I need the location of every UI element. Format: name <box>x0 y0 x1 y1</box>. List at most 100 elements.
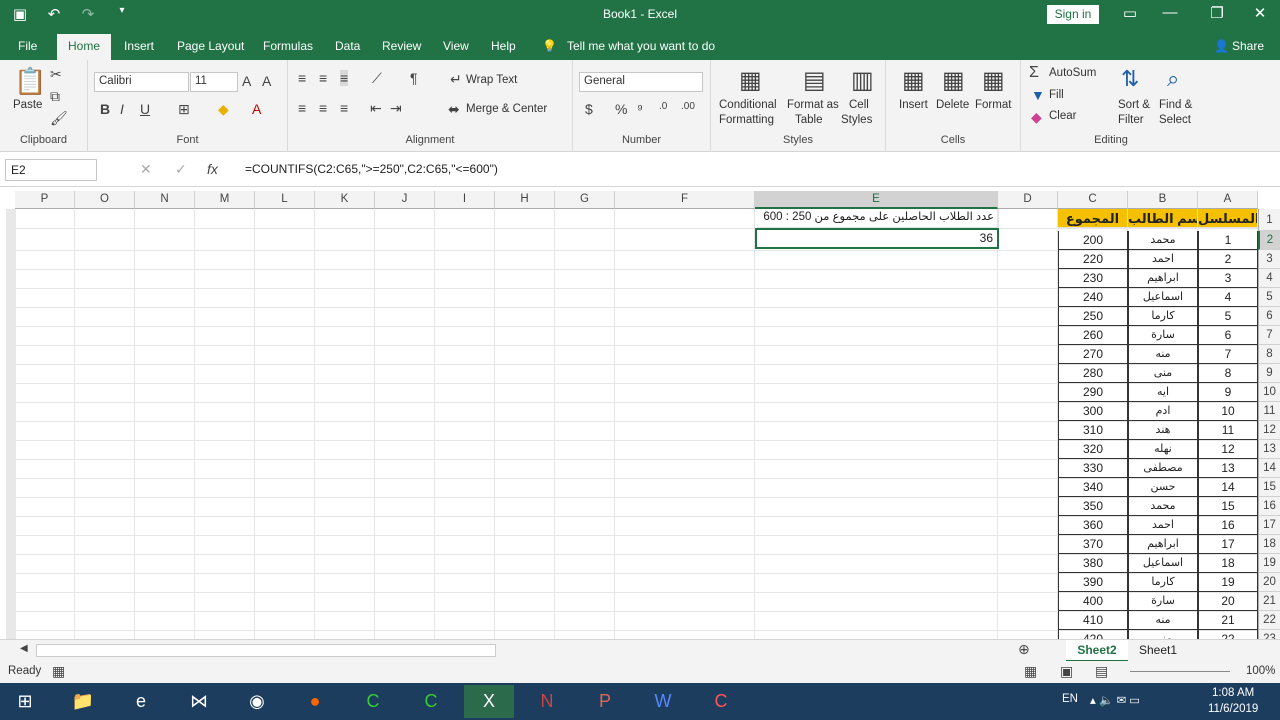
sort-filter-icon[interactable]: ⇅ <box>1121 66 1139 92</box>
format-cells-button[interactable]: Format <box>975 99 1011 111</box>
tell-me-search[interactable]: Tell me what you want to do <box>567 39 715 53</box>
cut-icon[interactable]: ✂ <box>50 66 62 83</box>
decrease-indent-icon[interactable]: ⇤ <box>370 100 382 117</box>
row-header-22[interactable]: 22 <box>1258 611 1280 630</box>
conditional-formatting-icon[interactable]: ▦ <box>739 66 762 95</box>
onenote-icon[interactable]: N <box>522 685 572 718</box>
cell-b-name[interactable]: احمد <box>1128 516 1198 535</box>
column-header-k[interactable]: K <box>315 191 375 209</box>
row-header-2[interactable]: 2 <box>1258 231 1280 250</box>
column-header-g[interactable]: G <box>555 191 615 209</box>
cell-a-serial[interactable]: 3 <box>1198 269 1258 288</box>
normal-view-icon[interactable]: ▦ <box>1024 663 1037 680</box>
bold-icon[interactable]: B <box>100 101 110 117</box>
cell-a-serial[interactable]: 11 <box>1198 421 1258 440</box>
cell-c-total[interactable]: 290 <box>1058 383 1128 402</box>
cell-c-total[interactable]: 310 <box>1058 421 1128 440</box>
minimize-icon[interactable]: — <box>1160 4 1180 21</box>
row-header-15[interactable]: 15 <box>1258 478 1280 497</box>
paste-icon[interactable]: 📋 <box>14 66 46 97</box>
row-header-21[interactable]: 21 <box>1258 592 1280 611</box>
find-select-icon[interactable]: ⌕ <box>1167 66 1179 92</box>
edge-icon[interactable]: e <box>116 685 166 718</box>
column-header-b[interactable]: B <box>1128 191 1198 209</box>
restore-icon[interactable]: ❐ <box>1207 4 1227 22</box>
row-header-3[interactable]: 3 <box>1258 250 1280 269</box>
cell-b-name[interactable]: منى <box>1128 364 1198 383</box>
format-as-table-button-2[interactable]: Table <box>795 114 823 126</box>
row-header-5[interactable]: 5 <box>1258 288 1280 307</box>
cell-a-serial[interactable]: 6 <box>1198 326 1258 345</box>
tab-view[interactable]: View <box>443 39 469 53</box>
cell-b-name[interactable]: سارة <box>1128 326 1198 345</box>
sign-in-button[interactable]: Sign in <box>1047 5 1099 24</box>
file-explorer-icon[interactable]: 📁 <box>58 685 108 718</box>
sort-filter-button-2[interactable]: Filter <box>1118 114 1144 126</box>
merge-center-icon[interactable]: ⬌ <box>448 101 460 118</box>
cell-b-name[interactable]: اسماعيل <box>1128 554 1198 573</box>
delete-cells-button[interactable]: Delete <box>936 99 969 111</box>
cell-a-serial[interactable]: 2 <box>1198 250 1258 269</box>
cell-c-total[interactable]: 410 <box>1058 611 1128 630</box>
row-header-9[interactable]: 9 <box>1258 364 1280 383</box>
align-right-icon[interactable]: ≡ <box>340 100 348 116</box>
tray-icons[interactable]: ▴ 🔈 ✉ ▭ <box>1090 693 1140 707</box>
fill-color-icon[interactable]: ◆ <box>218 101 229 118</box>
align-middle-icon[interactable]: ≡ <box>319 70 327 86</box>
paste-button[interactable]: Paste <box>13 99 42 111</box>
share-icon[interactable]: 👤 <box>1214 39 1229 53</box>
sheet-tab-sheet2[interactable]: Sheet2 <box>1066 640 1128 662</box>
cell-a-serial[interactable]: 12 <box>1198 440 1258 459</box>
cell-a-serial[interactable]: 9 <box>1198 383 1258 402</box>
fill-button[interactable]: Fill <box>1049 89 1064 101</box>
cell-c-total[interactable]: 240 <box>1058 288 1128 307</box>
close-icon[interactable]: ✕ <box>1250 4 1270 22</box>
row-header-13[interactable]: 13 <box>1258 440 1280 459</box>
cell-a-serial[interactable]: 19 <box>1198 573 1258 592</box>
cell-b-name[interactable]: كارما <box>1128 573 1198 592</box>
fill-icon[interactable]: ▼ <box>1031 87 1045 103</box>
italic-icon[interactable]: I <box>120 101 124 117</box>
cell-c-total[interactable]: 390 <box>1058 573 1128 592</box>
comma-icon[interactable]: ⁹ <box>637 101 643 117</box>
align-top-icon[interactable]: ≡ <box>298 70 306 86</box>
column-header-l[interactable]: L <box>255 191 315 209</box>
format-as-table-icon[interactable]: ▤ <box>803 66 826 95</box>
row-header-12[interactable]: 12 <box>1258 421 1280 440</box>
cell-c-total[interactable]: 330 <box>1058 459 1128 478</box>
camtasia-icon[interactable]: C <box>348 685 398 718</box>
tab-help[interactable]: Help <box>491 39 516 53</box>
row-header-4[interactable]: 4 <box>1258 269 1280 288</box>
cell-a-serial[interactable]: 5 <box>1198 307 1258 326</box>
column-header-o[interactable]: O <box>75 191 135 209</box>
cell-c-total[interactable]: 420 <box>1058 630 1128 639</box>
powerpoint-icon[interactable]: P <box>580 685 630 718</box>
currency-icon[interactable]: $ <box>585 101 593 117</box>
format-as-table-button[interactable]: Format as <box>787 99 839 111</box>
chrome-icon[interactable]: ◉ <box>232 685 282 718</box>
tab-review[interactable]: Review <box>382 39 421 53</box>
scroll-left-icon[interactable]: ◀ <box>20 643 28 654</box>
column-header-d[interactable]: D <box>998 191 1058 209</box>
row-header-7[interactable]: 7 <box>1258 326 1280 345</box>
row-header-1[interactable]: 1 <box>1258 209 1280 231</box>
row-header-16[interactable]: 16 <box>1258 497 1280 516</box>
increase-decimal-icon[interactable]: .0 <box>659 101 667 112</box>
tab-page-layout[interactable]: Page Layout <box>177 39 244 53</box>
decrease-font-icon[interactable]: A <box>262 73 271 89</box>
cell-b-name[interactable]: اسماعيل <box>1128 288 1198 307</box>
cell-c-total[interactable]: 220 <box>1058 250 1128 269</box>
cell-b1-header[interactable]: اسم الطالب <box>1128 209 1198 228</box>
cell-b-name[interactable]: منى <box>1128 630 1198 639</box>
font-size-select[interactable]: 11 <box>190 72 238 92</box>
wrap-text-button[interactable]: Wrap Text <box>466 74 517 86</box>
align-center-icon[interactable]: ≡ <box>319 100 327 116</box>
orientation-icon[interactable]: ⟋ <box>372 70 382 87</box>
cell-c1-header[interactable]: المجموع <box>1058 209 1128 228</box>
cell-a-serial[interactable]: 18 <box>1198 554 1258 573</box>
copy-icon[interactable]: ⧉ <box>50 88 60 105</box>
column-header-f[interactable]: F <box>615 191 755 209</box>
row-header-14[interactable]: 14 <box>1258 459 1280 478</box>
row-header-20[interactable]: 20 <box>1258 573 1280 592</box>
cell-c-total[interactable]: 270 <box>1058 345 1128 364</box>
